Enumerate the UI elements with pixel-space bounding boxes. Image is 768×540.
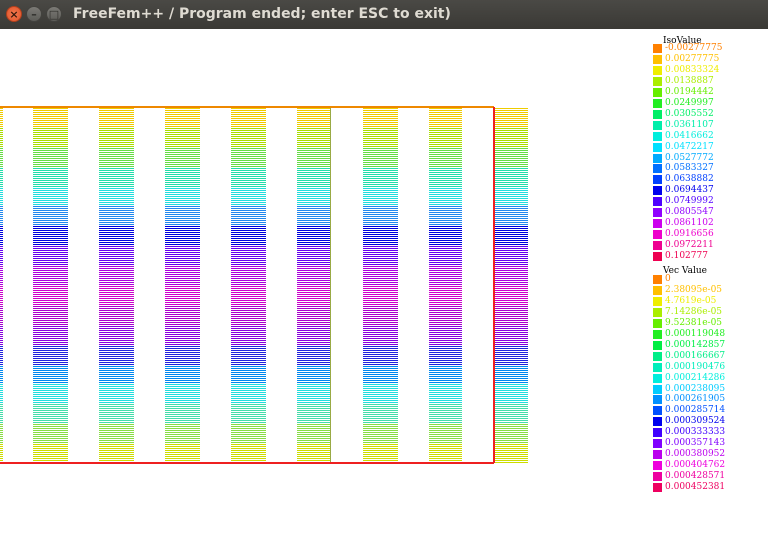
legend-value: 0.0694437 [665, 185, 714, 196]
maximize-button[interactable]: □ [46, 6, 62, 22]
stripe-column [363, 108, 398, 463]
legend-value: 0.000119048 [665, 328, 726, 339]
minimize-icon: – [31, 8, 37, 21]
legend-swatch [653, 230, 662, 240]
maximize-icon: □ [48, 8, 60, 21]
legend-value: 0.000261905 [665, 394, 726, 405]
legend-swatch [653, 340, 662, 350]
legend-swatch [653, 54, 662, 64]
legend-value: 0.0805547 [665, 207, 714, 218]
legend-swatch [653, 417, 662, 427]
legend-swatch [653, 76, 662, 86]
stripe-column [165, 108, 200, 463]
legend-swatch [653, 142, 662, 152]
legend-value: 0.000357143 [665, 438, 726, 449]
legend-value: 0.000214286 [665, 372, 726, 383]
legend-swatch [653, 362, 662, 372]
legend-swatch [653, 109, 662, 119]
legend-value: -0.00277775 [665, 43, 723, 53]
legend-swatch [653, 318, 662, 328]
legend-value: 0.0749992 [665, 196, 714, 207]
legend-swatch [653, 450, 662, 460]
legend-value: 0.000309524 [665, 416, 726, 427]
legend-swatch [653, 241, 662, 251]
legend-value: 0.000142857 [665, 339, 726, 350]
legend-swatch [653, 439, 662, 449]
legend-value: 0.0416662 [665, 130, 714, 141]
legend-value: 0.00277775 [665, 53, 720, 64]
legend-swatch [653, 373, 662, 383]
legend-swatch [653, 219, 662, 229]
stripe-column [429, 108, 462, 463]
legend-swatch [653, 285, 662, 295]
legend-swatch [653, 472, 662, 482]
legend-swatch [653, 384, 662, 394]
legend-swatch [653, 44, 662, 53]
legend-value: 0.000452381 [665, 482, 726, 493]
stripe-column [33, 108, 68, 463]
legend-value: 0.0194442 [665, 86, 714, 97]
legend-value: 0.0249997 [665, 97, 714, 108]
legend-swatch [653, 65, 662, 75]
stripe-column [0, 108, 3, 463]
legend-value: 0.000428571 [665, 471, 726, 482]
legend-swatch [653, 351, 662, 361]
legend-value: 0.000238095 [665, 383, 726, 394]
legend-value: 0.0138887 [665, 75, 714, 86]
minimize-button[interactable]: – [26, 6, 42, 22]
legend-value: 0.0583327 [665, 163, 714, 174]
legend-swatch [653, 329, 662, 339]
legend-value: 0.00833324 [665, 64, 720, 75]
legend-swatch [653, 175, 662, 185]
legend-swatch [653, 275, 662, 284]
legend-value: 0.000404762 [665, 460, 726, 471]
legend-swatch [653, 208, 662, 218]
legend-swatch [653, 252, 662, 262]
stripe-column [297, 108, 330, 463]
legend-swatch [653, 98, 662, 108]
title-bar: × – □ FreeFem++ / Program ended; enter E… [0, 0, 768, 29]
legend-value: 0.0472217 [665, 141, 714, 152]
window-title: FreeFem++ / Program ended; enter ESC to … [73, 6, 451, 22]
stripe-column [231, 108, 266, 463]
stripe-column [99, 108, 134, 463]
legend-value: 0.0305552 [665, 108, 714, 119]
close-icon: × [9, 8, 19, 21]
legend-value: 0.000285714 [665, 405, 726, 416]
legend-swatch [653, 483, 662, 493]
legend-value: 4.7619e-05 [665, 295, 717, 306]
legend-value: 0.000333333 [665, 427, 726, 438]
legend-swatch [653, 164, 662, 174]
legend-swatch [653, 120, 662, 130]
legend-value: 2.38095e-05 [665, 284, 723, 295]
legend-value: 0.0638882 [665, 174, 714, 185]
legend-value: 0.000166667 [665, 350, 726, 361]
legend-value: 0.0972211 [665, 240, 714, 251]
legend-swatch [653, 406, 662, 416]
legend-value: 0.0861102 [665, 218, 714, 229]
legend-value: 0.0361107 [665, 119, 714, 130]
legend-value: 0.000380952 [665, 449, 726, 460]
legend-value: 9.52381e-05 [665, 317, 723, 328]
legend-swatch [653, 186, 662, 196]
legend-value: 7.14286e-05 [665, 306, 723, 317]
legend-value: 0.102777 [665, 251, 708, 262]
legend-swatch [653, 307, 662, 317]
legend-value: 0 [665, 274, 671, 284]
close-button[interactable]: × [6, 6, 22, 22]
legend-swatch [653, 153, 662, 163]
legend-swatch [653, 428, 662, 438]
legend-swatch [653, 296, 662, 306]
legend-swatch [653, 395, 662, 405]
legend-value: 0.0527772 [665, 152, 714, 163]
legend-swatch [653, 87, 662, 97]
legend-swatch [653, 131, 662, 141]
legend-value: 0.0916656 [665, 229, 714, 240]
legend-swatch [653, 197, 662, 207]
legend-swatch [653, 461, 662, 471]
stripe-column [495, 108, 528, 463]
legend-value: 0.000190476 [665, 361, 726, 372]
